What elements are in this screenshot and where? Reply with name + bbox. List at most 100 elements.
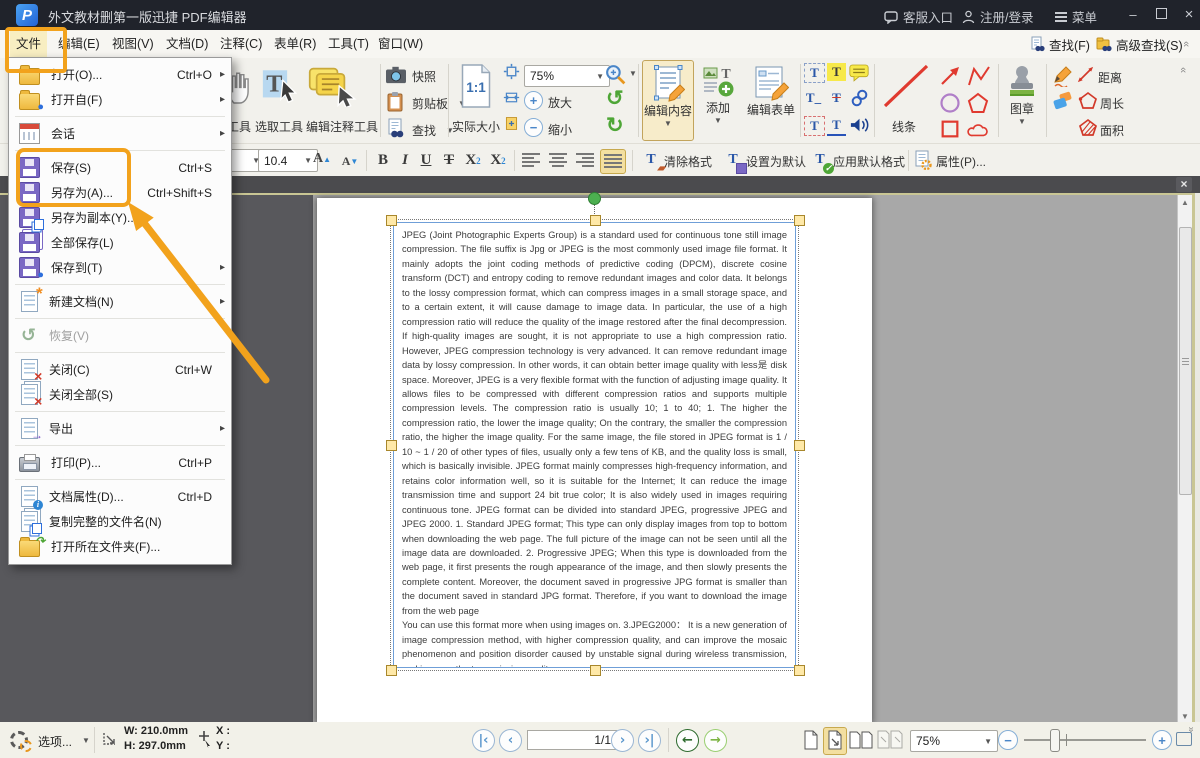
- underline-text-icon[interactable]: T: [827, 116, 846, 136]
- fit-width-icon[interactable]: [503, 89, 520, 106]
- properties-label[interactable]: 属性(P)...: [936, 153, 986, 170]
- arrow-tool-icon[interactable]: [938, 64, 962, 88]
- distance-label[interactable]: 距离: [1098, 69, 1122, 86]
- menu-tools[interactable]: 工具(T): [322, 30, 375, 58]
- scrollbar-thumb[interactable]: [1179, 227, 1192, 495]
- polygon-tool-icon[interactable]: [966, 91, 990, 115]
- menu-item-document-properties[interactable]: i文档属性(D)...Ctrl+D: [9, 484, 231, 509]
- menu-comment[interactable]: 注释(C): [214, 30, 268, 58]
- zoom-in-slider-icon[interactable]: +: [1152, 730, 1172, 750]
- statusbar-zoom-combobox[interactable]: 75%▼: [910, 730, 998, 752]
- menu-item-open-from[interactable]: ●打开自(F)▸: [9, 87, 231, 112]
- close-document-icon[interactable]: ×: [1176, 177, 1192, 192]
- rotation-handle[interactable]: [588, 192, 601, 205]
- menu-item-session[interactable]: 会话▸: [9, 121, 231, 146]
- sound-icon[interactable]: [849, 115, 870, 135]
- rectangle-tool-icon[interactable]: [938, 118, 962, 140]
- align-center-button[interactable]: [546, 149, 570, 172]
- minimize-button[interactable]: –: [1122, 6, 1144, 24]
- line-tool-label[interactable]: 线条: [892, 118, 916, 135]
- resize-handle-bottom-left[interactable]: [386, 665, 397, 676]
- add-button[interactable]: T 添加 ▼: [696, 60, 740, 139]
- page-number-input[interactable]: 1/1: [527, 730, 617, 750]
- select-tool-label[interactable]: 选取工具: [255, 118, 303, 135]
- clipboard-icon[interactable]: [386, 91, 406, 113]
- zoom-out-icon[interactable]: −: [524, 118, 543, 137]
- maximize-button[interactable]: [1150, 6, 1172, 24]
- menu-item-export[interactable]: →导出▸: [9, 416, 231, 441]
- close-window-button[interactable]: ×: [1178, 6, 1200, 24]
- clear-format-icon[interactable]: T▰: [641, 150, 661, 170]
- pencil-tool-icon[interactable]: [1052, 65, 1074, 87]
- find-tool-icon[interactable]: [386, 118, 406, 139]
- options-label[interactable]: 选项...: [38, 733, 72, 750]
- app-menu-button[interactable]: 菜单: [1055, 7, 1097, 26]
- resize-handle-middle-left[interactable]: [386, 440, 397, 451]
- font-size-combobox[interactable]: 10.4▼: [258, 149, 318, 172]
- menu-view[interactable]: 视图(V): [106, 30, 160, 58]
- snapshot-icon[interactable]: [385, 65, 407, 85]
- customer-service-button[interactable]: 客服入口: [884, 7, 953, 26]
- zoom-slider-track[interactable]: [1024, 739, 1146, 741]
- edit-form-button[interactable]: 编辑表单: [744, 60, 798, 139]
- italic-button[interactable]: I: [394, 150, 416, 171]
- zoom-level-combobox[interactable]: 75%▼: [524, 65, 610, 87]
- clear-format-label[interactable]: 清除格式: [664, 153, 712, 170]
- undo-icon[interactable]: ↺: [606, 89, 624, 109]
- eraser-tool-icon[interactable]: [1052, 91, 1074, 111]
- collapse-menubar-icon[interactable]: «: [1180, 41, 1192, 47]
- perimeter-tool-icon[interactable]: [1078, 91, 1098, 111]
- continuous-view-button[interactable]: [823, 727, 847, 755]
- typewriter-tool-ic on[interactable]: T_: [804, 89, 823, 107]
- zoom-out-slider-icon[interactable]: −: [998, 730, 1018, 750]
- actual-size-icon[interactable]: 1:1: [458, 63, 494, 109]
- menu-window[interactable]: 窗口(W): [372, 30, 429, 58]
- superscript-button[interactable]: X2: [487, 150, 509, 171]
- zoom-in-label[interactable]: 放大: [548, 94, 572, 111]
- previous-view-button[interactable]: ←: [676, 729, 699, 752]
- resize-handle-top-left[interactable]: [386, 215, 397, 226]
- zoom-out-label[interactable]: 缩小: [548, 121, 572, 138]
- edit-annotation-tool-label[interactable]: 编辑注释工具: [306, 118, 378, 135]
- ellipse-tool-icon[interactable]: [938, 91, 962, 115]
- previous-page-button[interactable]: ‹: [499, 729, 522, 752]
- cloud-tool-icon[interactable]: [966, 118, 990, 140]
- decrease-font-icon[interactable]: A▼: [340, 151, 360, 171]
- apply-default-icon[interactable]: T✓: [810, 150, 830, 170]
- underline-button[interactable]: U: [415, 150, 437, 171]
- last-page-button[interactable]: ›|: [638, 729, 661, 752]
- first-page-button[interactable]: |‹: [472, 729, 495, 752]
- snapshot-label[interactable]: 快照: [412, 68, 436, 85]
- advanced-find-button[interactable]: 高级查找(S): [1096, 34, 1183, 54]
- polyline-tool-icon[interactable]: [966, 64, 992, 88]
- align-justify-button[interactable]: [600, 149, 626, 174]
- login-button[interactable]: 注册/登录: [962, 7, 1033, 26]
- stamp-button[interactable]: 图章 ▼: [1002, 60, 1042, 139]
- zoom-slider-thumb[interactable]: [1050, 729, 1060, 752]
- resize-handle-bottom-center[interactable]: [590, 665, 601, 676]
- line-tool-icon[interactable]: [880, 62, 932, 110]
- increase-font-icon[interactable]: A▲: [312, 149, 332, 169]
- subscript-button[interactable]: X2: [462, 150, 484, 171]
- apply-default-label[interactable]: 应用默认格式: [833, 153, 905, 170]
- set-default-label[interactable]: 设置为默认: [746, 153, 806, 170]
- highlight-text-icon[interactable]: T: [827, 63, 846, 81]
- properties-icon[interactable]: [914, 150, 932, 170]
- distance-tool-icon[interactable]: [1076, 65, 1095, 84]
- fit-page-icon[interactable]: [503, 63, 520, 80]
- area-tool-icon[interactable]: [1078, 118, 1098, 138]
- resize-handle-top-right[interactable]: [794, 215, 805, 226]
- area-label[interactable]: 面积: [1100, 122, 1124, 139]
- collapse-statusbar-icon[interactable]: «: [1185, 727, 1196, 733]
- align-right-button[interactable]: [573, 149, 597, 172]
- next-view-button[interactable]: →: [704, 729, 727, 752]
- actual-size-label[interactable]: 实际大小: [452, 118, 500, 135]
- strikethrough-text-icon[interactable]: T: [827, 89, 846, 107]
- marquee-zoom-icon[interactable]: [604, 63, 627, 86]
- next-page-button[interactable]: ›: [611, 729, 634, 752]
- facing-pages-view-button[interactable]: [848, 727, 874, 753]
- edit-content-button[interactable]: 编辑内容 ▼: [642, 60, 694, 141]
- sticky-note-icon[interactable]: [849, 63, 869, 82]
- link-icon[interactable]: [850, 88, 869, 108]
- pdf-page[interactable]: JPEG (Joint Photographic Experts Group) …: [317, 198, 872, 724]
